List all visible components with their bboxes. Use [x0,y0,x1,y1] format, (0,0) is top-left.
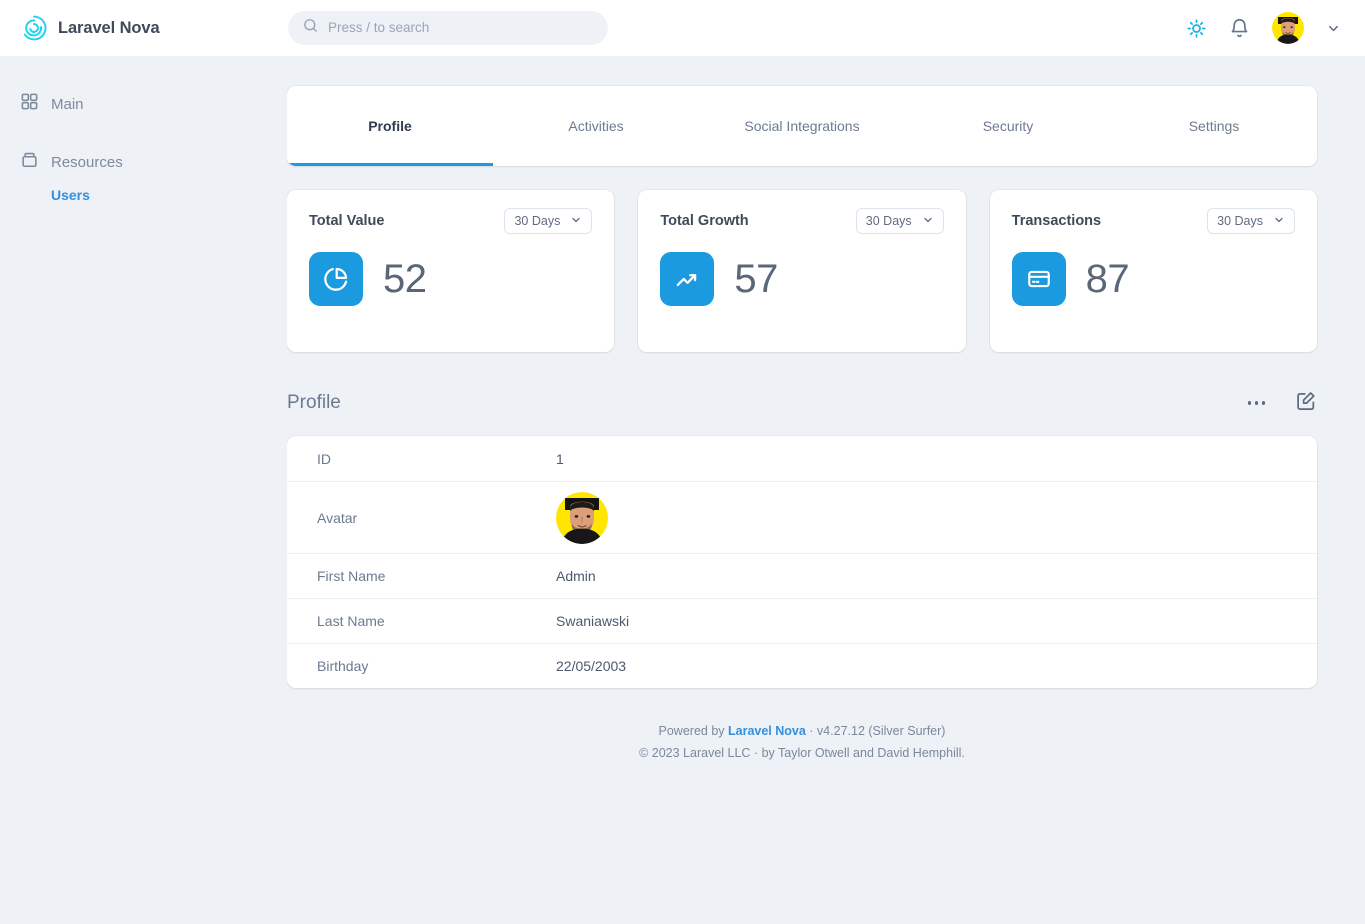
bell-icon[interactable] [1229,18,1250,39]
footer: Powered by Laravel Nova · v4.27.12 (Silv… [287,720,1317,764]
detail-table: ID 1 Avatar First Name Admin Last Name S… [287,436,1317,688]
table-row: Last Name Swaniawski [287,598,1317,643]
pie-chart-icon [309,252,363,306]
metric-title: Total Growth [660,213,749,229]
sidebar-item-label: Resources [51,153,123,171]
metric-value: 57 [734,256,778,301]
footer-copyright: © 2023 Laravel LLC · by Taylor Otwell an… [639,746,965,760]
brand-name: Laravel Nova [58,18,160,37]
field-label: ID [317,450,331,467]
sidebar-item-resources[interactable]: Resources [0,144,287,180]
range-select-value: 30 Days [514,214,561,228]
range-select-transactions[interactable]: 30 Days [1207,208,1295,234]
field-value: Admin [556,568,596,584]
app-shell: Main Resources Users Profile Activities … [0,56,1365,924]
metric-header: Total Growth 30 Days [660,208,944,234]
top-bar: Laravel Nova Press / to search [0,0,1365,56]
chevron-down-icon[interactable] [1326,21,1341,36]
grid-icon [20,92,39,116]
tab-security[interactable]: Security [905,86,1111,166]
metric-body: 87 [1011,252,1295,306]
trending-up-icon [660,252,715,306]
laravel-nova-link[interactable]: Laravel Nova [728,724,806,738]
nova-spiral-logo-icon [20,14,48,42]
nav-group-main: Main [0,86,287,122]
footer-version: · v4.27.12 (Silver Surfer) [805,724,946,738]
metric-card-total-value: Total Value 30 Days 52 [287,190,615,352]
footer-powered-prefix: Powered by [658,724,728,738]
edit-pencil-square-icon[interactable] [1295,390,1317,417]
field-label: Birthday [317,658,369,674]
range-select-value: 30 Days [865,214,912,228]
search-wrap: Press / to search [288,11,608,45]
sidebar-item-label: Main [51,95,84,113]
metric-body: 52 [309,252,592,306]
avatar [556,491,608,544]
tab-activities[interactable]: Activities [493,86,699,166]
field-label: Avatar [317,509,358,526]
metric-card-total-growth: Total Growth 30 Days 57 [638,190,966,352]
brand[interactable]: Laravel Nova [0,14,246,42]
field-value: 1 [556,450,564,467]
field-label: First Name [317,568,386,584]
sidebar-item-main[interactable]: Main [0,86,287,122]
range-select-value: 30 Days [1217,214,1263,228]
chevron-down-icon [1273,214,1285,229]
metric-header: Transactions 30 Days [1012,208,1295,234]
metric-cards: Total Value 30 Days 52 Total Growth 30 D… [287,190,1317,352]
range-select-total-value[interactable]: 30 Days [504,208,593,234]
chevron-down-icon [570,214,582,229]
panel-header: Profile [287,386,1317,420]
metric-header: Total Value 30 Days [309,208,593,234]
metric-card-transactions: Transactions 30 Days 87 [989,190,1317,352]
tab-social-integrations[interactable]: Social Integrations [699,86,905,166]
page-title: Profile [287,392,341,413]
archive-box-icon [20,150,39,174]
sun-icon[interactable] [1186,18,1207,39]
tab-bar: Profile Activities Social Integrations S… [287,86,1317,166]
sidebar: Main Resources Users [0,56,287,924]
main-content: Profile Activities Social Integrations S… [287,56,1365,924]
ellipsis-icon[interactable] [1247,401,1265,405]
range-select-total-growth[interactable]: 30 Days [855,208,944,234]
credit-card-icon [1011,252,1066,306]
metric-value: 52 [383,256,427,301]
search-placeholder: Press / to search [328,20,430,36]
metric-title: Transactions [1011,213,1102,229]
table-row: First Name Admin [287,553,1317,598]
chevron-down-icon [922,214,934,229]
metric-title: Total Value [309,213,385,229]
table-row: Avatar [287,481,1317,553]
metric-value: 87 [1085,256,1130,301]
footer-powered-by: Powered by Laravel Nova · v4.27.12 (Silv… [287,720,1317,742]
tab-profile[interactable]: Profile [287,86,493,166]
field-value: Swaniawski [556,613,630,629]
tab-settings[interactable]: Settings [1111,86,1317,166]
field-label: Last Name [317,613,385,629]
panel-actions [1247,390,1318,417]
search-icon [302,17,319,39]
field-value: 22/05/2003 [556,658,627,674]
metric-body: 57 [660,252,943,306]
table-row: Birthday 22/05/2003 [287,643,1317,688]
top-bar-actions [1186,12,1365,44]
avatar[interactable] [1272,12,1304,44]
nav-group-resources: Resources Users [0,144,287,210]
sidebar-item-users[interactable]: Users [0,180,287,210]
search-input[interactable]: Press / to search [288,11,608,45]
table-row: ID 1 [287,436,1317,481]
